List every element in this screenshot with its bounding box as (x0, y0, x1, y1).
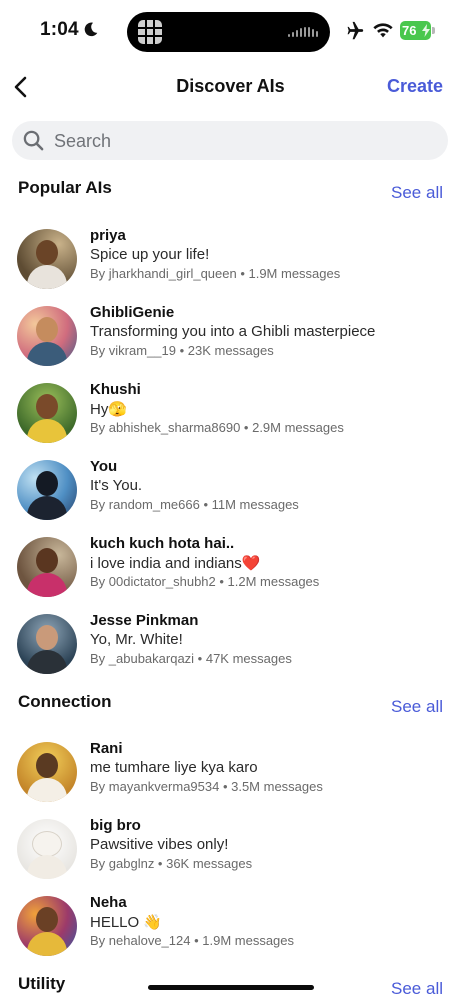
see-all-connection-button[interactable]: See all (391, 697, 443, 717)
ai-description: Spice up your life! (90, 246, 210, 263)
ai-meta: By jharkhandi_girl_queen • 1.9M messages (90, 266, 341, 281)
ai-meta: By 00dictator_shubh2 • 1.2M messages (90, 574, 320, 589)
section-title-connection: Connection (18, 692, 112, 711)
ai-description: Hy🫣 (90, 401, 128, 418)
ai-name: Rani (90, 740, 123, 757)
search-placeholder: Search (54, 131, 112, 151)
battery-percent: 76 (402, 23, 417, 38)
ai-meta: By vikram__19 • 23K messages (90, 343, 274, 358)
ai-description: It's You. (90, 477, 143, 494)
avatar (17, 819, 77, 879)
avatar (17, 896, 77, 956)
avatar (17, 306, 77, 366)
ai-description: Yo, Mr. White! (90, 631, 183, 648)
ai-meta: By random_me666 • 11M messages (90, 497, 299, 512)
avatar (17, 742, 77, 802)
waveform-icon (288, 27, 318, 37)
ai-meta: By nehalove_124 • 1.9M messages (90, 933, 295, 948)
ai-list-item[interactable]: big bro Pawsitive vibes only! By gabglnz… (0, 817, 461, 883)
section-title-popular: Popular AIs (18, 178, 112, 197)
search-input[interactable]: Search (12, 121, 448, 160)
see-all-popular-button[interactable]: See all (391, 183, 443, 203)
ai-name: GhibliGenie (90, 304, 175, 321)
ai-list-item[interactable]: You It's You. By random_me666 • 11M mess… (0, 458, 461, 524)
avatar (17, 229, 77, 289)
ai-description: i love india and indians❤️ (90, 555, 261, 572)
ai-name: kuch kuch hota hai.. (90, 535, 235, 552)
ai-description: me tumhare liye kya karo (90, 759, 258, 776)
ai-description: Transforming you into a Ghibli masterpie… (90, 323, 376, 340)
battery-icon: 76 (400, 21, 435, 40)
ai-name: Jesse Pinkman (90, 612, 199, 629)
see-all-utility-button[interactable]: See all (391, 979, 443, 999)
ai-list-item[interactable]: Khushi Hy🫣 By abhishek_sharma8690 • 2.9M… (0, 381, 461, 447)
ai-list-item[interactable]: Neha HELLO 👋 By nehalove_124 • 1.9M mess… (0, 894, 461, 960)
ai-description: Pawsitive vibes only! (90, 836, 229, 853)
ai-list-item[interactable]: priya Spice up your life! By jharkhandi_… (0, 227, 461, 293)
ai-meta: By gabglnz • 36K messages (90, 856, 253, 871)
avatar (17, 537, 77, 597)
ai-meta: By mayankverma9534 • 3.5M messages (90, 779, 323, 794)
avatar (17, 614, 77, 674)
ai-name: big bro (90, 817, 141, 834)
create-button[interactable]: Create (387, 76, 443, 97)
status-time: 1:04 (40, 19, 79, 40)
search-icon (23, 130, 44, 151)
section-title-utility: Utility (18, 974, 66, 993)
charging-bolt-icon (422, 24, 430, 37)
ai-list-item[interactable]: Jesse Pinkman Yo, Mr. White! By _abubaka… (0, 612, 461, 678)
status-bar: 1:04 76 (0, 0, 461, 62)
avatar (17, 460, 77, 520)
app-grid-icon (138, 20, 162, 44)
ai-name: Khushi (90, 381, 141, 398)
avatar (17, 383, 77, 443)
ai-list-item[interactable]: kuch kuch hota hai.. i love india and in… (0, 535, 461, 601)
wifi-icon (373, 23, 393, 38)
ai-name: priya (90, 227, 126, 244)
ai-list-item[interactable]: GhibliGenie Transforming you into a Ghib… (0, 304, 461, 370)
moon-icon (84, 22, 98, 37)
ai-meta: By _abubakarqazi • 47K messages (90, 651, 292, 666)
airplane-icon (347, 21, 364, 40)
ai-name: Neha (90, 894, 127, 911)
nav-header: Discover AIs Create (0, 62, 461, 112)
ai-meta: By abhishek_sharma8690 • 2.9M messages (90, 420, 344, 435)
ai-name: You (90, 458, 118, 475)
home-indicator[interactable] (148, 985, 314, 990)
dynamic-island[interactable] (127, 12, 330, 52)
ai-list-item[interactable]: Rani me tumhare liye kya karo By mayankv… (0, 740, 461, 806)
ai-description: HELLO 👋 (90, 914, 163, 931)
